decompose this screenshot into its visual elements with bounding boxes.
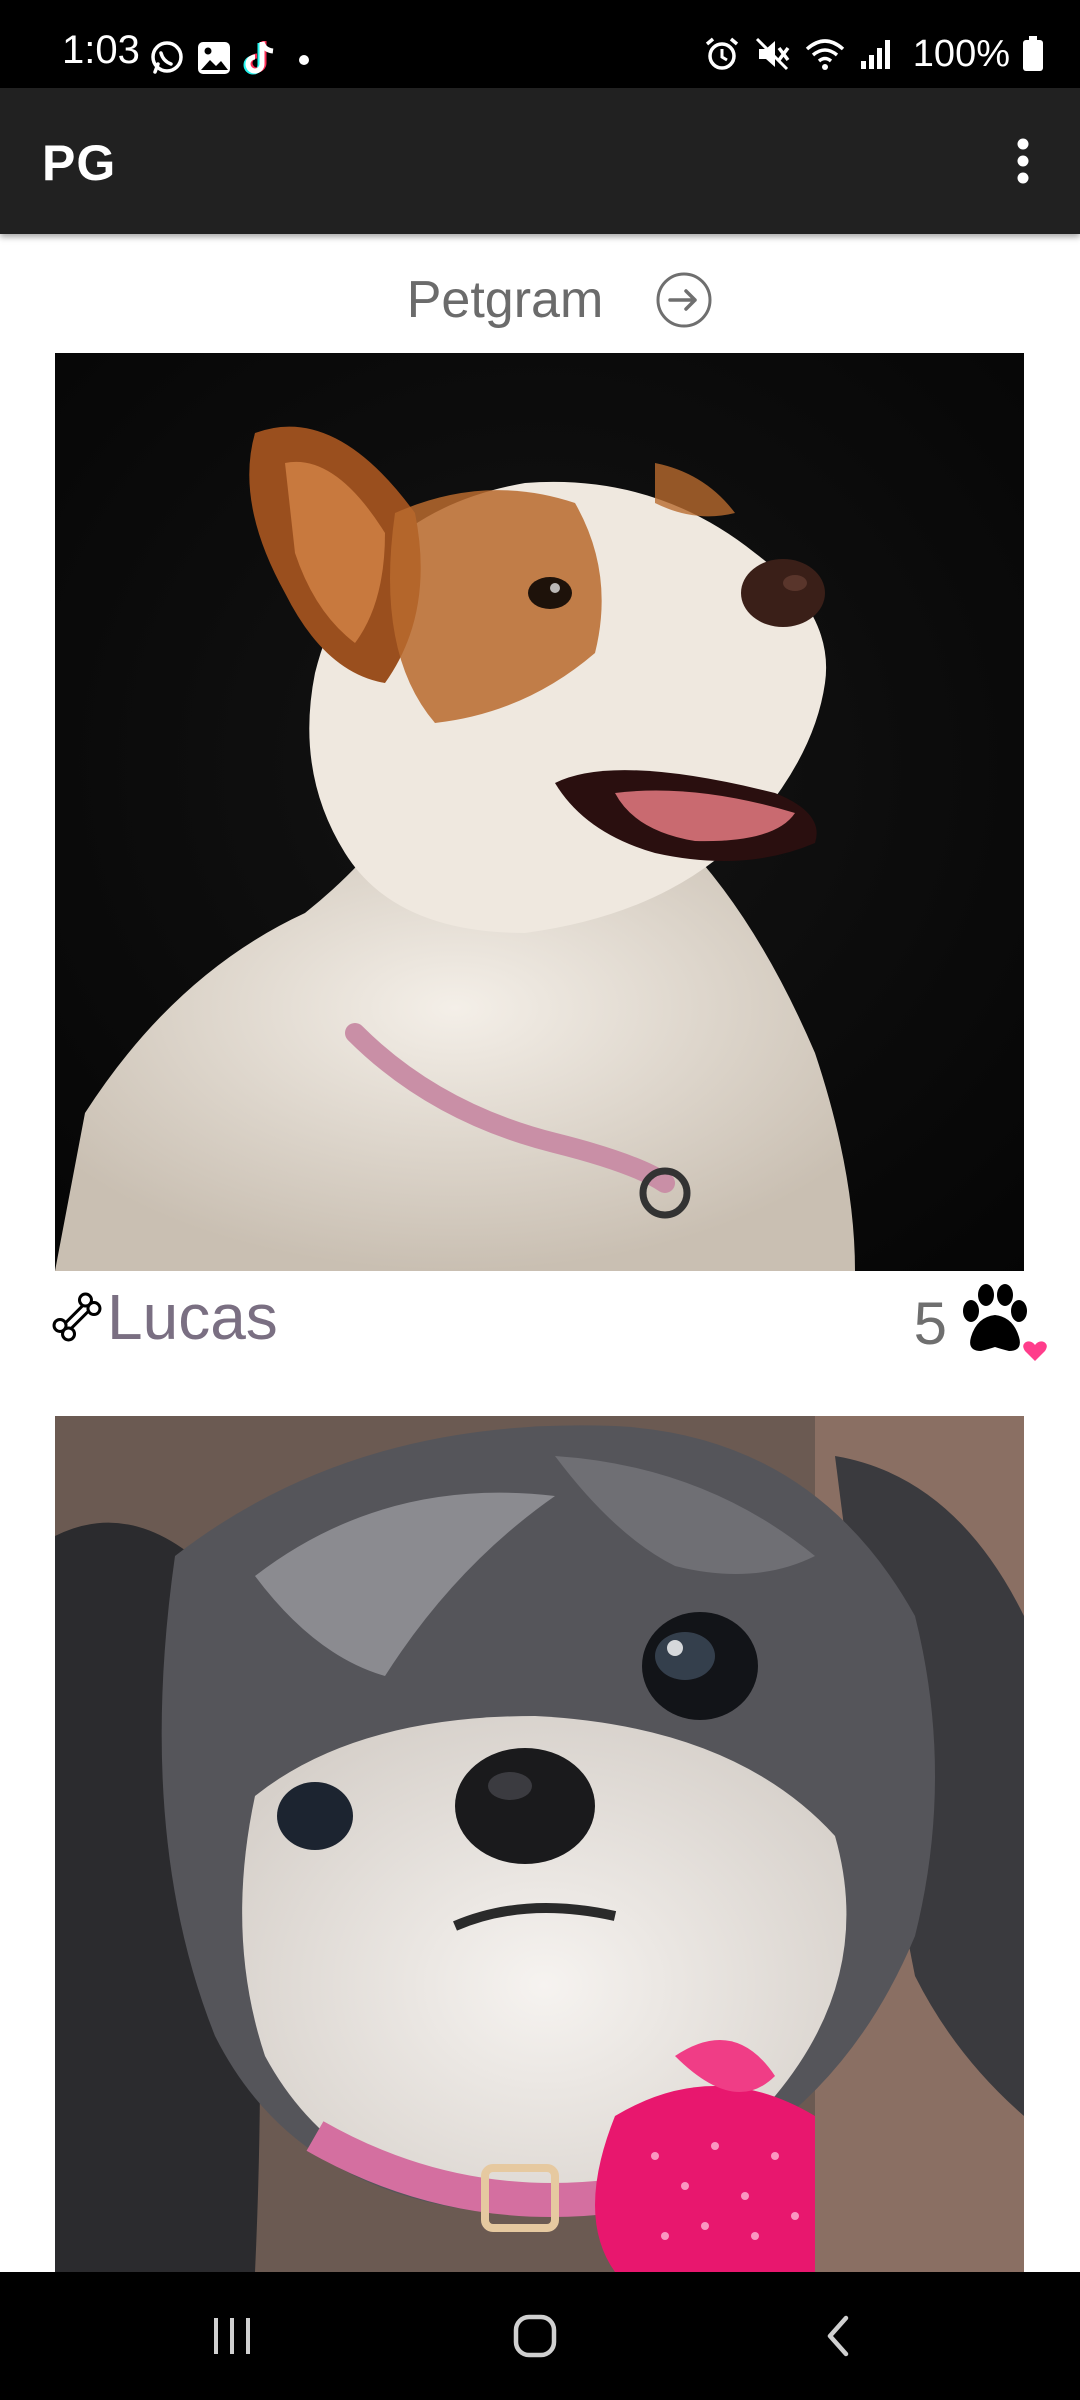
battery-percent: 100% [912, 33, 1010, 75]
recents-icon [214, 2318, 250, 2354]
dog-photo-shih-tzu[interactable] [55, 1416, 1024, 2272]
signal-icon [860, 40, 890, 69]
wifi-icon [805, 39, 844, 70]
owner-name: Lucas [107, 1281, 278, 1353]
dot-icon [299, 55, 309, 65]
app-screen: 1:03 100% PG Petgram Lucas 5 [0, 0, 1080, 2400]
mute-icon [755, 37, 790, 71]
status-bar: 1:03 100% [0, 0, 1080, 88]
app-bar: PG [0, 88, 1080, 234]
alarm-icon [705, 37, 738, 70]
likes-count: 5 [913, 1290, 947, 1357]
post-likes[interactable]: 5 [914, 1281, 1049, 1367]
feed-title: Petgram [406, 271, 604, 329]
status-time: 1:03 [62, 28, 140, 72]
back-icon [827, 2315, 849, 2357]
navigation-bar [0, 2272, 1080, 2400]
gallery-icon [198, 42, 230, 74]
back-button[interactable] [778, 2300, 898, 2372]
more-vert-icon [1017, 138, 1029, 184]
whatsapp-icon [151, 41, 183, 74]
bone-icon [52, 1292, 102, 1342]
recents-button[interactable] [172, 2300, 292, 2372]
tiktok-icon [243, 41, 274, 75]
home-button[interactable] [475, 2300, 595, 2372]
system-icons: 100% [703, 34, 1044, 74]
notification-icons [148, 38, 314, 78]
feed-header: Petgram [0, 262, 1080, 338]
battery-icon [1023, 36, 1043, 71]
paw-heart-icon[interactable] [957, 1281, 1049, 1367]
app-title: PG [42, 135, 117, 191]
arrow-circle-right-icon[interactable] [655, 271, 713, 329]
dog-photo-brown-white[interactable] [55, 353, 1024, 1271]
overflow-menu-button[interactable] [978, 116, 1068, 206]
post-owner[interactable]: Lucas [49, 1285, 278, 1349]
home-icon [513, 2314, 557, 2358]
post-footer: Lucas 5 [49, 1275, 1049, 1365]
